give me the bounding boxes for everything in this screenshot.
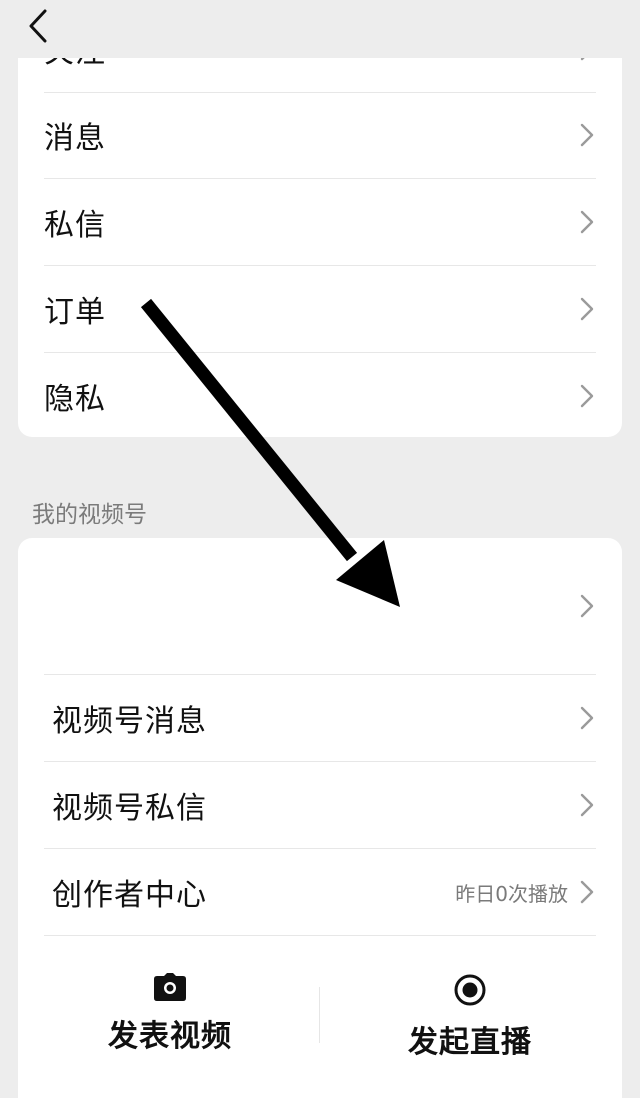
menu-item-channel-direct-messages[interactable]: 视频号私信 — [44, 762, 596, 849]
section-title-my-channels: 我的视频号 — [32, 502, 147, 528]
chevron-right-icon — [580, 594, 594, 618]
camera-icon — [154, 973, 186, 1001]
creator-center-right: 昨日0次播放 — [455, 878, 596, 907]
menu-item-label: 隐私 — [44, 382, 106, 417]
menu-item-label: 视频号消息 — [52, 704, 207, 739]
menu-item-direct-messages[interactable]: 私信 — [44, 179, 596, 266]
post-video-label: 发表视频 — [108, 1019, 232, 1054]
menu-item-orders[interactable]: 订单 — [44, 266, 596, 353]
menu-item-messages[interactable]: 消息 — [44, 92, 596, 179]
chevron-right-icon — [580, 793, 594, 817]
channel-profile-row[interactable] — [44, 538, 596, 675]
channels-card: 视频号消息 视频号私信 创作者中心 昨日0次播放 发表视频 发起直播 — [18, 538, 622, 1098]
back-button[interactable] — [18, 6, 58, 46]
post-video-button[interactable]: 发表视频 — [30, 973, 310, 1083]
chevron-right-icon — [580, 210, 594, 234]
start-live-button[interactable]: 发起直播 — [330, 973, 610, 1083]
settings-card-main: 关注 消息 私信 订单 隐私 — [18, 0, 622, 437]
menu-item-label: 订单 — [44, 295, 106, 330]
back-chevron-icon — [29, 9, 47, 43]
chevron-right-icon — [580, 123, 594, 147]
start-live-label: 发起直播 — [408, 1025, 532, 1060]
menu-item-label: 私信 — [44, 208, 106, 243]
chevron-right-icon — [580, 706, 594, 730]
menu-item-privacy[interactable]: 隐私 — [44, 353, 596, 439]
top-navigation-bar — [0, 0, 640, 58]
chevron-right-icon — [580, 880, 594, 904]
channel-actions-bar: 发表视频 发起直播 — [18, 937, 622, 1077]
menu-item-label: 创作者中心 — [52, 878, 207, 913]
live-record-icon — [454, 974, 486, 1006]
actions-divider — [319, 987, 320, 1043]
menu-item-label: 消息 — [44, 121, 106, 156]
menu-item-label: 视频号私信 — [52, 791, 207, 826]
chevron-right-icon — [580, 384, 594, 408]
menu-item-creator-center[interactable]: 创作者中心 昨日0次播放 — [44, 849, 596, 936]
creator-center-stats: 昨日0次播放 — [455, 881, 568, 906]
menu-item-channel-messages[interactable]: 视频号消息 — [44, 675, 596, 762]
chevron-right-icon — [580, 297, 594, 321]
